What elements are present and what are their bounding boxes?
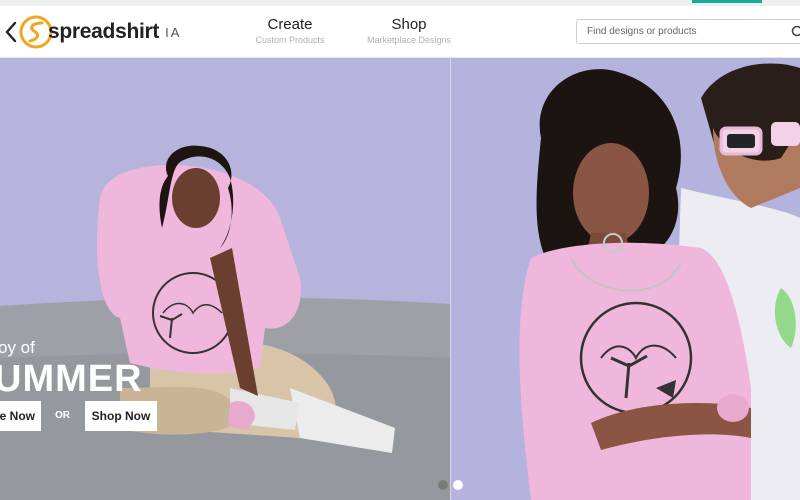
shop-now-button[interactable]: Shop Now	[85, 401, 157, 431]
carousel-dot-2[interactable]	[453, 480, 463, 490]
search-icon[interactable]	[791, 25, 800, 39]
back-chevron-icon[interactable]	[4, 20, 18, 44]
hero-headline: UMMER	[0, 358, 143, 400]
or-label: OR	[55, 410, 70, 421]
search-input[interactable]	[577, 26, 777, 37]
hero-slide-left[interactable]: oy of UMMER e Now OR Shop Now	[0, 58, 451, 500]
carousel-pagination	[438, 480, 463, 490]
hero-carousel: oy of UMMER e Now OR Shop Now	[0, 58, 800, 500]
hero-photo-right	[451, 58, 800, 500]
logo[interactable]: spreadshirt IA	[4, 14, 181, 50]
nav-create-subtitle: Custom Products	[255, 35, 325, 45]
create-now-button[interactable]: e Now	[0, 401, 41, 431]
logo-suffix: IA	[165, 24, 182, 40]
nav-shop[interactable]: Shop Marketplace Designs	[362, 16, 456, 45]
site-header: spreadshirt IA Create Custom Products Sh…	[0, 6, 800, 58]
hero-photo-left	[0, 58, 451, 500]
carousel-dot-1[interactable]	[438, 480, 448, 490]
hero-kicker: oy of	[0, 338, 35, 357]
nav-create-title: Create	[267, 16, 313, 33]
nav-shop-subtitle: Marketplace Designs	[366, 35, 452, 45]
logo-wordmark: spreadshirt	[48, 20, 160, 43]
nav-create[interactable]: Create Custom Products	[250, 16, 330, 45]
nav-shop-title: Shop	[391, 16, 427, 33]
accent-bar[interactable]	[692, 0, 762, 3]
hero-slide-right[interactable]	[451, 58, 800, 500]
search-box[interactable]	[576, 19, 800, 44]
